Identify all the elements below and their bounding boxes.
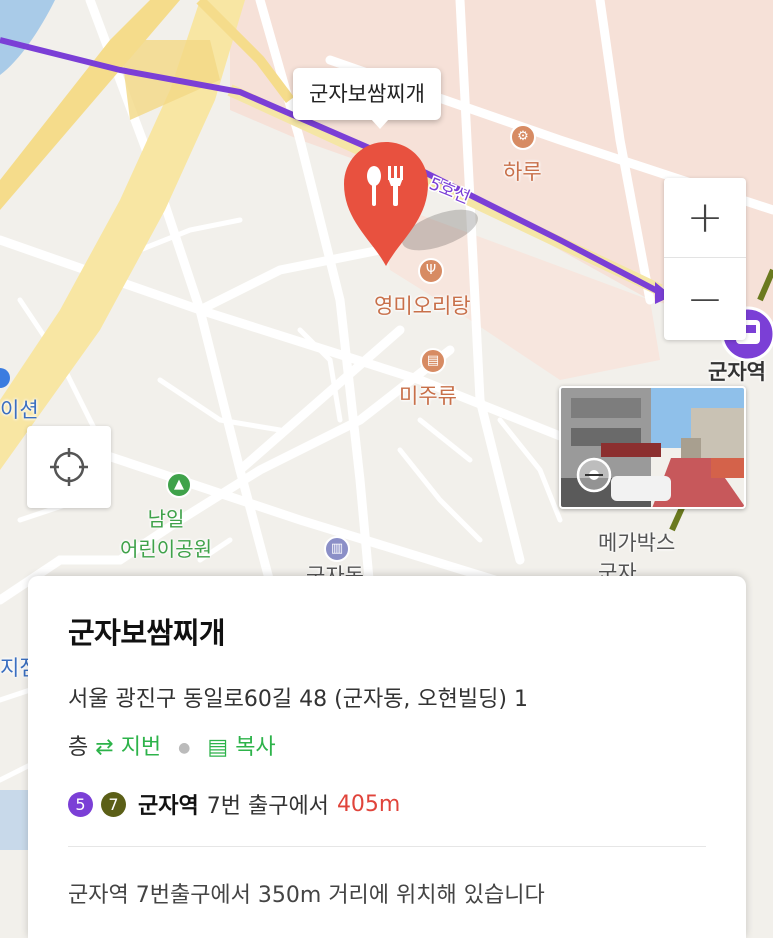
nearest-subway: 5 7 군자역 7번 출구에서 405m	[68, 788, 706, 820]
poi-partial-left: 이션	[0, 398, 39, 422]
zoom-controls: + −	[664, 178, 746, 340]
copy-address-button[interactable]: ▤ 복사	[207, 735, 275, 760]
subway-line-5-badge: 5	[68, 791, 93, 817]
address-line-2: 층	[68, 735, 89, 760]
poi-yeongmi-duck[interactable]: 영미오리탕	[374, 290, 471, 320]
poi-namil-park-label-2: 어린이공원	[120, 537, 212, 561]
current-location-button[interactable]	[27, 426, 111, 508]
poi-haru[interactable]: 하루	[503, 156, 542, 186]
station-name: 군자역	[138, 794, 199, 819]
swap-arrows-icon: ⇄	[95, 735, 114, 760]
distance-value: 405m	[336, 791, 401, 817]
bar-icon[interactable]: ▤	[420, 348, 446, 374]
street-view-thumbnail[interactable]	[559, 386, 746, 509]
poi-mijuryu[interactable]: 미주류	[399, 380, 457, 410]
card-divider	[68, 846, 706, 847]
park-icon[interactable]: ▲	[166, 472, 192, 498]
place-info-card[interactable]: 군자보쌈찌개 서울 광진구 동일로60길 48 (군자동, 오현빌딩) 1 층 …	[28, 576, 746, 938]
selected-place-pin[interactable]	[342, 140, 430, 268]
selected-place-bubble[interactable]: 군자보쌈찌개	[293, 68, 441, 129]
crosshair-icon	[50, 448, 88, 486]
jibun-toggle-button[interactable]: ⇄ 지번	[95, 735, 168, 760]
poi-partial-gunja-dong: 군자동	[306, 564, 364, 576]
copy-label: 복사	[235, 735, 276, 760]
place-description: 군자역 7번출구에서 350m 거리에 위치해 있습니다	[68, 883, 545, 908]
copy-icon: ▤	[207, 735, 229, 760]
government-building-icon[interactable]: ▥	[324, 536, 350, 562]
poi-gunja-station[interactable]: 군자역	[708, 356, 766, 386]
place-title[interactable]: 군자보쌈찌개	[68, 610, 706, 652]
address-line-1: 서울 광진구 동일로60길 48 (군자동, 오현빌딩) 1	[68, 687, 528, 712]
subway-line-7-badge: 7	[101, 791, 126, 817]
zoom-in-button[interactable]: +	[664, 178, 746, 258]
poi-namil-park[interactable]: 남일어린이공원	[120, 504, 212, 564]
restaurant-icon[interactable]: ⚙	[510, 124, 536, 150]
poi-namil-park-label-1: 남일	[147, 507, 185, 531]
exit-text: 7번 출구에서	[206, 794, 329, 819]
jibun-label: 지번	[120, 735, 162, 760]
poi-megabox-label-1: 메가박스	[598, 531, 676, 555]
place-address: 서울 광진구 동일로60길 48 (군자동, 오현빌딩) 1 층 ⇄ 지번 ● …	[68, 676, 708, 772]
separator-dot: ●	[178, 740, 191, 756]
street-view-image	[561, 388, 744, 507]
zoom-out-button[interactable]: −	[664, 259, 746, 339]
